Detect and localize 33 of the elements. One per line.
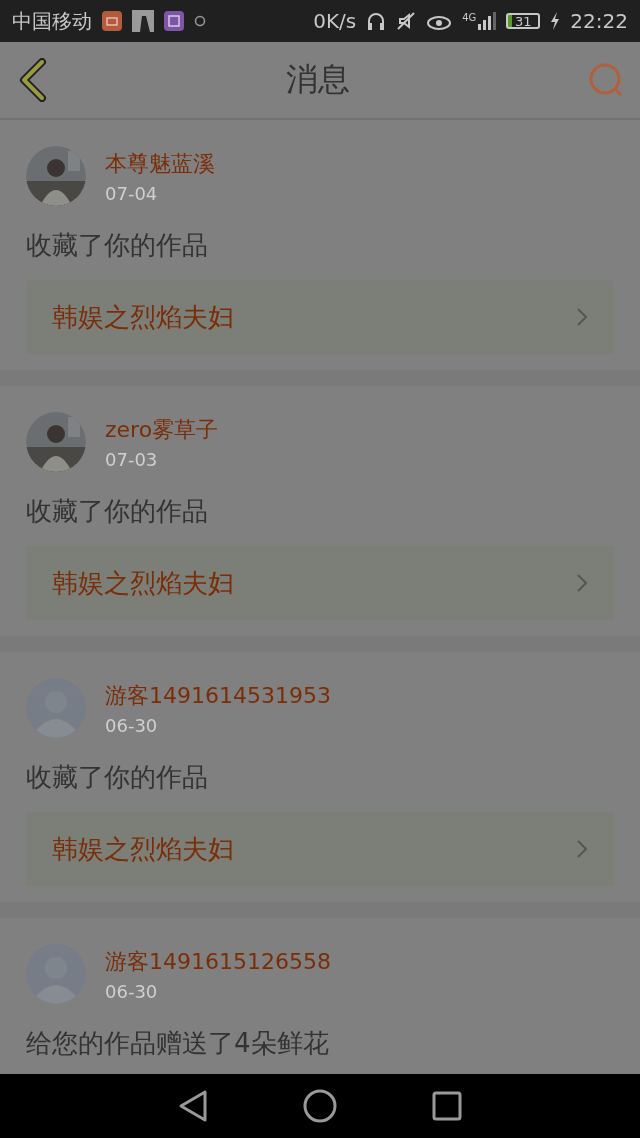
back-nav-button[interactable] xyxy=(177,1089,208,1123)
message-text: 收藏了你的作品 xyxy=(26,230,209,260)
work-link[interactable]: 韩娱之烈焰夫妇 xyxy=(26,812,614,886)
mute-icon xyxy=(396,11,417,31)
gallery-icon xyxy=(164,11,184,31)
message-date: 06-30 xyxy=(105,980,159,1002)
mail-icon xyxy=(102,11,122,31)
message-text: 收藏了你的作品 xyxy=(26,496,209,526)
message-date: 07-03 xyxy=(105,448,159,470)
user-name[interactable]: 游客1491615126558 xyxy=(105,946,331,977)
user-name[interactable]: 游客1491614531953 xyxy=(105,680,331,711)
work-link[interactable]: 韩娱之烈焰夫妇 xyxy=(26,280,614,354)
message-text: 收藏了你的作品 xyxy=(26,762,209,792)
speed-text: 0K/s xyxy=(313,9,357,33)
chevron-icon xyxy=(576,307,588,327)
user-name[interactable]: zero雾草子 xyxy=(105,414,219,445)
signal-icon xyxy=(478,12,497,30)
time-text: 22:22 xyxy=(570,9,628,33)
home-nav-button[interactable] xyxy=(303,1089,337,1123)
message-date: 07-04 xyxy=(105,182,159,204)
chevron-icon xyxy=(576,839,588,859)
recents-nav-button[interactable] xyxy=(432,1091,463,1121)
message-text: 给您的作品赠送了4朵鲜花 xyxy=(26,1028,330,1058)
chevron-icon xyxy=(576,573,588,593)
battery-indicator: 31 xyxy=(506,13,541,29)
user-name[interactable]: 本尊魅蓝溪 xyxy=(105,148,215,179)
page-title: 消息 xyxy=(286,59,350,100)
message-date: 06-30 xyxy=(105,714,159,736)
network-text: 4G xyxy=(462,12,477,23)
headphones-icon xyxy=(366,11,387,31)
carrier-text: 中国移动 xyxy=(12,7,92,35)
work-link[interactable]: 韩娱之烈焰夫妇 xyxy=(26,546,614,620)
charging-icon xyxy=(550,12,561,30)
